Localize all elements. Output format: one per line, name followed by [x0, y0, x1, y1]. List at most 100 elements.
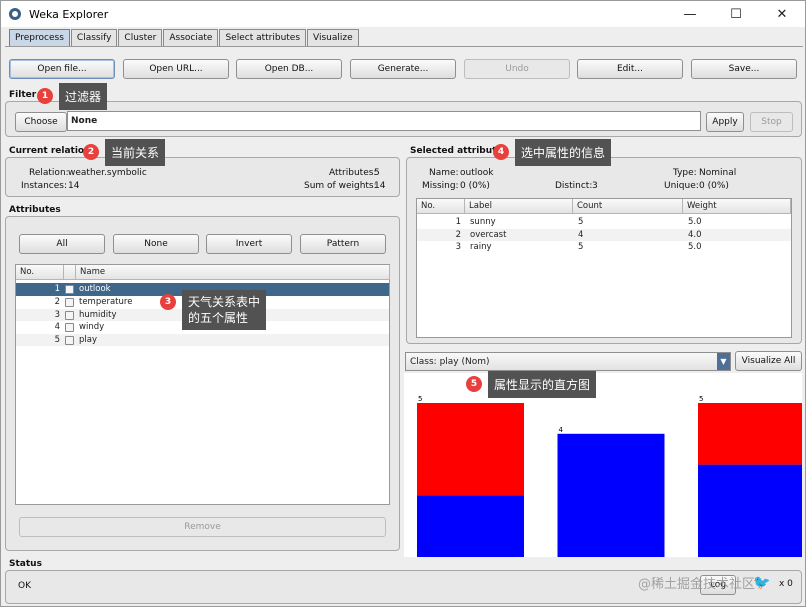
attribute-name: windy	[79, 322, 105, 333]
filter-value-field[interactable]: None	[67, 111, 701, 131]
title-bar: Weka Explorer — ☐ ✕	[1, 1, 805, 27]
visualize-all-button[interactable]: Visualize All	[735, 351, 802, 371]
select-none-button[interactable]: None	[113, 234, 199, 254]
value-number: 1	[455, 217, 461, 228]
open-file-button[interactable]: Open file...	[9, 59, 115, 79]
status-text: OK	[18, 581, 31, 591]
filter-apply-button[interactable]: Apply	[706, 112, 744, 132]
table-row[interactable]: 2 overcast 4 4.0	[417, 228, 791, 241]
selected-attribute-section-label: Selected attribute	[410, 146, 503, 156]
attr-unique-value: 0 (0%)	[699, 181, 729, 191]
remove-attributes-button[interactable]: Remove	[19, 517, 386, 537]
attribute-name: temperature	[79, 297, 133, 308]
tab-associate[interactable]: Associate	[163, 29, 219, 46]
select-all-button[interactable]: All	[19, 234, 105, 254]
histogram-bar-sunny-segment-1	[417, 403, 524, 496]
relation-value: weather.symbolic	[68, 168, 147, 178]
annotation-current-relation: 当前关系	[105, 139, 166, 166]
value-label: overcast	[470, 229, 507, 240]
instances-label: Instances:	[21, 181, 68, 191]
chevron-down-icon[interactable]: ▼	[717, 353, 730, 370]
tab-classify[interactable]: Classify	[70, 29, 118, 46]
class-attribute-value: Class: play (Nom)	[410, 356, 490, 367]
minimize-button[interactable]: —	[667, 1, 713, 27]
save-button[interactable]: Save...	[691, 59, 797, 79]
attr-name-label: Name:	[429, 168, 459, 178]
table-row[interactable]: 3 rainy 5 5.0	[417, 241, 791, 254]
tab-divider	[5, 46, 803, 47]
open-db-button[interactable]: Open DB...	[236, 59, 342, 79]
column-header-name[interactable]: Name	[76, 265, 390, 280]
watermark: @稀土掘金技术社区	[638, 577, 756, 592]
annotation-selected-attribute: 选中属性的信息	[515, 139, 612, 166]
attribute-histogram[interactable]: 5 4 5	[404, 373, 802, 557]
attributes-section-label: Attributes	[9, 205, 61, 215]
histogram-count-label: 5	[418, 395, 422, 403]
column-header-label[interactable]: Label	[465, 199, 573, 214]
value-count: 4	[578, 229, 584, 240]
attribute-checkbox[interactable]	[65, 285, 74, 294]
tab-visualize[interactable]: Visualize	[307, 29, 359, 46]
row-number: 1	[54, 284, 60, 295]
open-url-button[interactable]: Open URL...	[123, 59, 229, 79]
attr-type-label: Type:	[673, 168, 697, 178]
attributes-count-label: Attributes:	[329, 168, 377, 178]
main-tabs: Preprocess Classify Cluster Associate Se…	[9, 29, 360, 46]
histogram-count-label: 5	[699, 395, 703, 403]
undo-button[interactable]: Undo	[464, 59, 570, 79]
histogram-count-label: 4	[559, 426, 564, 434]
tab-select-attributes[interactable]: Select attributes	[219, 29, 307, 46]
attr-distinct-value: 3	[592, 181, 598, 191]
column-header-count[interactable]: Count	[573, 199, 683, 214]
table-row[interactable]: 1 sunny 5 5.0	[417, 216, 791, 229]
column-header-checkbox[interactable]	[64, 265, 76, 280]
sum-weights-value: 14	[374, 181, 386, 191]
weka-bird-status-icon: 🐦	[753, 575, 771, 591]
generate-button[interactable]: Generate...	[350, 59, 456, 79]
edit-button[interactable]: Edit...	[577, 59, 683, 79]
table-row[interactable]: 5 play	[16, 333, 389, 346]
attr-name-value: outlook	[460, 168, 494, 178]
histogram-bar-overcast-segment-0	[557, 433, 665, 557]
column-header-no[interactable]: No.	[16, 265, 64, 280]
filter-choose-button[interactable]: Choose	[15, 112, 67, 132]
value-label: sunny	[470, 217, 496, 228]
annotation-badge-2: 2	[83, 144, 99, 160]
value-weight: 5.0	[688, 217, 702, 228]
annotation-badge-4: 4	[493, 144, 509, 160]
window-title: Weka Explorer	[29, 7, 109, 21]
column-header-no[interactable]: No.	[417, 199, 465, 214]
attribute-checkbox[interactable]	[65, 335, 74, 345]
value-weight: 4.0	[688, 229, 702, 240]
annotation-filter: 过滤器	[59, 83, 108, 110]
tab-preprocess[interactable]: Preprocess	[9, 29, 70, 46]
annotation-attributes: 天气关系表中 的五个属性	[182, 290, 267, 330]
maximize-button[interactable]: ☐	[713, 1, 759, 27]
attributes-count-value: 5	[374, 168, 380, 178]
filter-stop-button[interactable]: Stop	[750, 112, 793, 132]
attr-missing-value: 0 (0%)	[460, 181, 490, 191]
pattern-button[interactable]: Pattern	[300, 234, 386, 254]
current-relation-section-label: Current relation	[9, 146, 91, 156]
instances-value: 14	[68, 181, 80, 191]
value-number: 3	[455, 242, 461, 253]
row-number: 2	[54, 297, 60, 308]
invert-selection-button[interactable]: Invert	[206, 234, 292, 254]
weka-explorer-window: Weka Explorer — ☐ ✕ Preprocess Classify …	[0, 0, 806, 607]
annotation-badge-1: 1	[37, 88, 53, 104]
attribute-checkbox[interactable]	[65, 310, 74, 320]
task-count: x 0	[779, 579, 793, 589]
close-button[interactable]: ✕	[759, 1, 805, 27]
attribute-name: play	[79, 334, 97, 345]
attribute-checkbox[interactable]	[65, 298, 74, 307]
column-header-weight[interactable]: Weight	[683, 199, 791, 214]
tab-cluster[interactable]: Cluster	[118, 29, 163, 46]
attribute-checkbox[interactable]	[65, 323, 74, 332]
class-attribute-dropdown[interactable]: Class: play (Nom) ▼	[405, 352, 731, 371]
value-count: 5	[578, 217, 584, 228]
row-number: 5	[54, 334, 60, 345]
histogram-bar-rainy-segment-1	[698, 403, 802, 465]
attr-distinct-label: Distinct:	[555, 181, 593, 191]
histogram-bar-rainy-segment-0	[698, 464, 802, 557]
attr-type-value: Nominal	[699, 168, 737, 178]
